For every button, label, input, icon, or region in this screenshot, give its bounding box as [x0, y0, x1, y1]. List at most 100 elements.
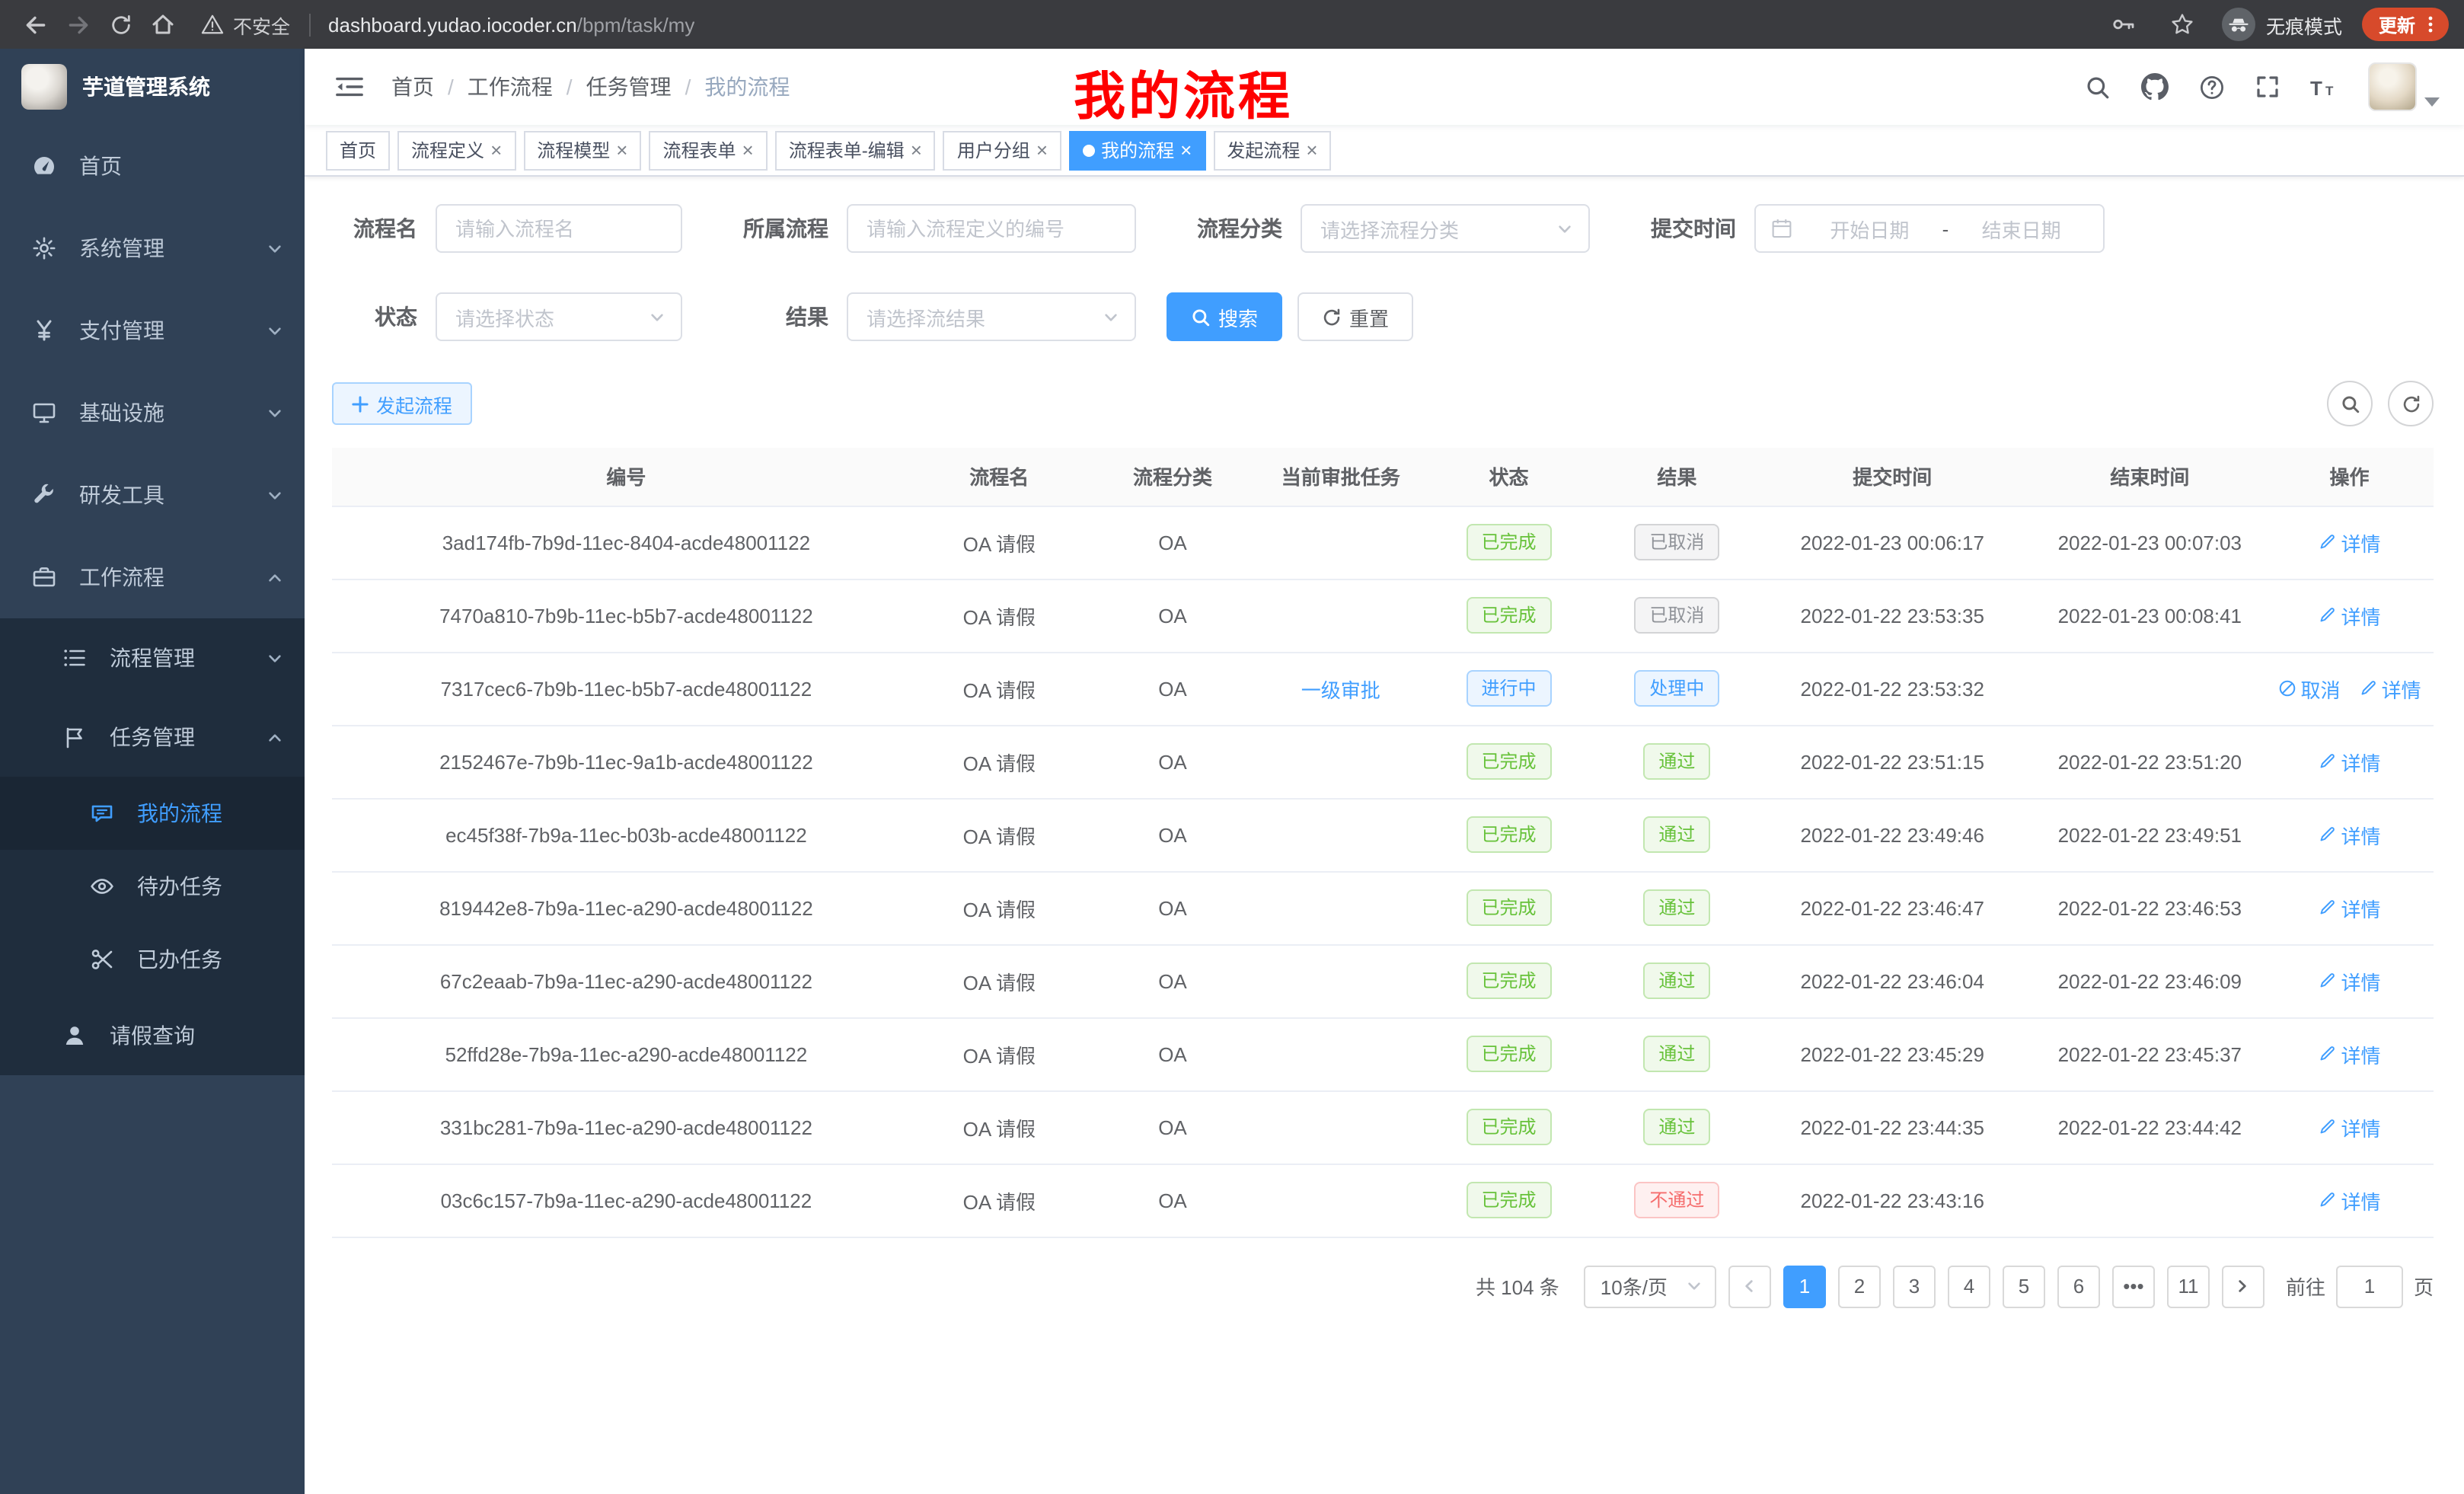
password-key-button[interactable]	[2103, 5, 2143, 44]
sidebar-item-label: 待办任务	[137, 871, 222, 902]
detail-button[interactable]: 详情	[2319, 601, 2381, 630]
page-size-select[interactable]: 10条/页	[1584, 1265, 1716, 1307]
sidebar-item-process-mgmt[interactable]: 流程管理	[0, 618, 305, 698]
close-tab-icon[interactable]: ×	[911, 140, 922, 160]
sidebar-item-payment[interactable]: 支付管理	[0, 289, 305, 372]
sidebar-item-devtools[interactable]: 研发工具	[0, 454, 305, 536]
page-button-5[interactable]: 5	[2003, 1265, 2045, 1307]
page-button-6[interactable]: 6	[2057, 1265, 2100, 1307]
close-tab-icon[interactable]: ×	[1306, 140, 1317, 160]
tab-process-form[interactable]: 流程表单×	[649, 130, 767, 170]
sidebar-item-task-mgmt[interactable]: 任务管理	[0, 698, 305, 777]
breadcrumb-item[interactable]: 任务管理	[586, 72, 672, 102]
fullscreen-button[interactable]	[2255, 75, 2280, 99]
cancel-button[interactable]: 取消	[2278, 674, 2341, 703]
close-tab-icon[interactable]: ×	[1036, 140, 1048, 160]
category-select[interactable]: 请选择流程分类	[1301, 204, 1590, 253]
sidebar-toggle-button[interactable]	[329, 69, 370, 105]
search-button[interactable]: 搜索	[1167, 292, 1282, 341]
page-title-annotation: 我的流程	[1074, 55, 1293, 129]
security-chip[interactable]: 不安全	[201, 10, 290, 39]
end-time-cell: 2022-01-22 23:46:53	[2035, 871, 2266, 944]
close-tab-icon[interactable]: ×	[490, 140, 502, 160]
tab-label: 流程定义	[411, 137, 484, 163]
detail-button[interactable]: 详情	[2319, 528, 2381, 557]
detail-button[interactable]: 详情	[2319, 747, 2381, 776]
sidebar-item-done-tasks[interactable]: 已办任务	[0, 923, 305, 996]
current-task-link[interactable]: 一级审批	[1301, 674, 1380, 703]
status-select[interactable]: 请选择状态	[436, 292, 682, 341]
close-tab-icon[interactable]: ×	[616, 140, 627, 160]
sidebar-item-label: 研发工具	[79, 480, 164, 510]
sidebar-item-label: 我的流程	[137, 798, 222, 828]
result-select[interactable]: 请选择流结果	[847, 292, 1136, 341]
detail-button[interactable]: 详情	[2359, 674, 2421, 703]
yen-icon	[30, 318, 58, 343]
user-menu[interactable]	[2368, 62, 2440, 111]
start-process-button[interactable]: 发起流程	[332, 382, 472, 425]
goto-suffix: 页	[2414, 1272, 2434, 1301]
detail-button[interactable]: 详情	[2319, 1113, 2381, 1141]
actions-cell: 详情	[2265, 871, 2434, 944]
sidebar-item-system[interactable]: 系统管理	[0, 207, 305, 289]
sidebar-item-workflow[interactable]: 工作流程	[0, 536, 305, 618]
page-more-button[interactable]: •••	[2112, 1265, 2155, 1307]
browser-reload-button[interactable]	[101, 5, 140, 44]
bookmark-star-button[interactable]	[2162, 5, 2202, 44]
browser-back-button[interactable]	[15, 5, 55, 44]
reset-button[interactable]: 重置	[1297, 292, 1413, 341]
tab-user-group[interactable]: 用户分组×	[943, 130, 1061, 170]
breadcrumb-item[interactable]: 工作流程	[468, 72, 553, 102]
tab-process-form-edit[interactable]: 流程表单-编辑×	[775, 130, 936, 170]
tab-home[interactable]: 首页	[326, 130, 390, 170]
browser-update-button[interactable]: 更新	[2362, 8, 2449, 41]
process-def-input[interactable]	[847, 204, 1136, 253]
page-button-4[interactable]: 4	[1948, 1265, 1990, 1307]
submit-time-range-picker[interactable]: 开始日期 - 结束日期	[1754, 204, 2105, 253]
detail-button[interactable]: 详情	[2319, 820, 2381, 849]
breadcrumb-separator: /	[448, 75, 454, 99]
app-logo[interactable]: 芋道管理系统	[0, 49, 305, 125]
sidebar-item-home[interactable]: 首页	[0, 125, 305, 207]
sidebar-item-todo-tasks[interactable]: 待办任务	[0, 850, 305, 923]
docs-help-button[interactable]	[2199, 74, 2225, 100]
sidebar-item-my-process[interactable]: 我的流程	[0, 777, 305, 850]
close-tab-icon[interactable]: ×	[742, 140, 754, 160]
address-bar[interactable]: dashboard.yudao.iocoder.cn/bpm/task/my	[328, 13, 694, 36]
font-size-button[interactable]: TT	[2310, 75, 2338, 98]
warning-icon	[201, 14, 224, 35]
end-time-cell	[2035, 652, 2266, 725]
submit-time-cell: 2022-01-22 23:51:15	[1751, 725, 2035, 798]
process-name-input[interactable]	[436, 204, 682, 253]
current-task-label: 一级审批	[1301, 674, 1380, 703]
detail-button[interactable]: 详情	[2319, 893, 2381, 922]
page-button-2[interactable]: 2	[1838, 1265, 1881, 1307]
close-tab-icon[interactable]: ×	[1180, 140, 1192, 160]
breadcrumb-item[interactable]: 首页	[391, 72, 434, 102]
cancel-label: 取消	[2301, 674, 2341, 703]
next-page-button[interactable]	[2222, 1265, 2265, 1307]
goto-page-input[interactable]	[2336, 1265, 2403, 1307]
browser-home-button[interactable]	[143, 5, 183, 44]
chevron-down-icon	[265, 322, 283, 339]
tab-process-model[interactable]: 流程模型×	[523, 130, 641, 170]
page-button-11[interactable]: 11	[2167, 1265, 2210, 1307]
column-header: 流程名	[921, 448, 1078, 506]
github-link[interactable]	[2141, 73, 2169, 101]
header-search-button[interactable]	[2085, 74, 2111, 100]
page-button-1[interactable]: 1	[1783, 1265, 1826, 1307]
tab-start-process[interactable]: 发起流程×	[1213, 130, 1331, 170]
detail-button[interactable]: 详情	[2319, 1039, 2381, 1068]
sidebar-item-leave-query[interactable]: 请假查询	[0, 996, 305, 1075]
toggle-search-button[interactable]	[2327, 381, 2373, 426]
tab-process-definition[interactable]: 流程定义 ×	[397, 130, 515, 170]
sidebar-item-infra[interactable]: 基础设施	[0, 372, 305, 454]
tab-my-process[interactable]: 我的流程×	[1069, 130, 1205, 170]
status-badge: 已完成	[1467, 597, 1552, 634]
refresh-table-button[interactable]	[2388, 381, 2434, 426]
detail-button[interactable]: 详情	[2319, 966, 2381, 995]
page-button-3[interactable]: 3	[1893, 1265, 1936, 1307]
end-time-cell	[2035, 1164, 2266, 1237]
detail-button[interactable]: 详情	[2319, 1186, 2381, 1215]
column-header: 结果	[1604, 448, 1751, 506]
